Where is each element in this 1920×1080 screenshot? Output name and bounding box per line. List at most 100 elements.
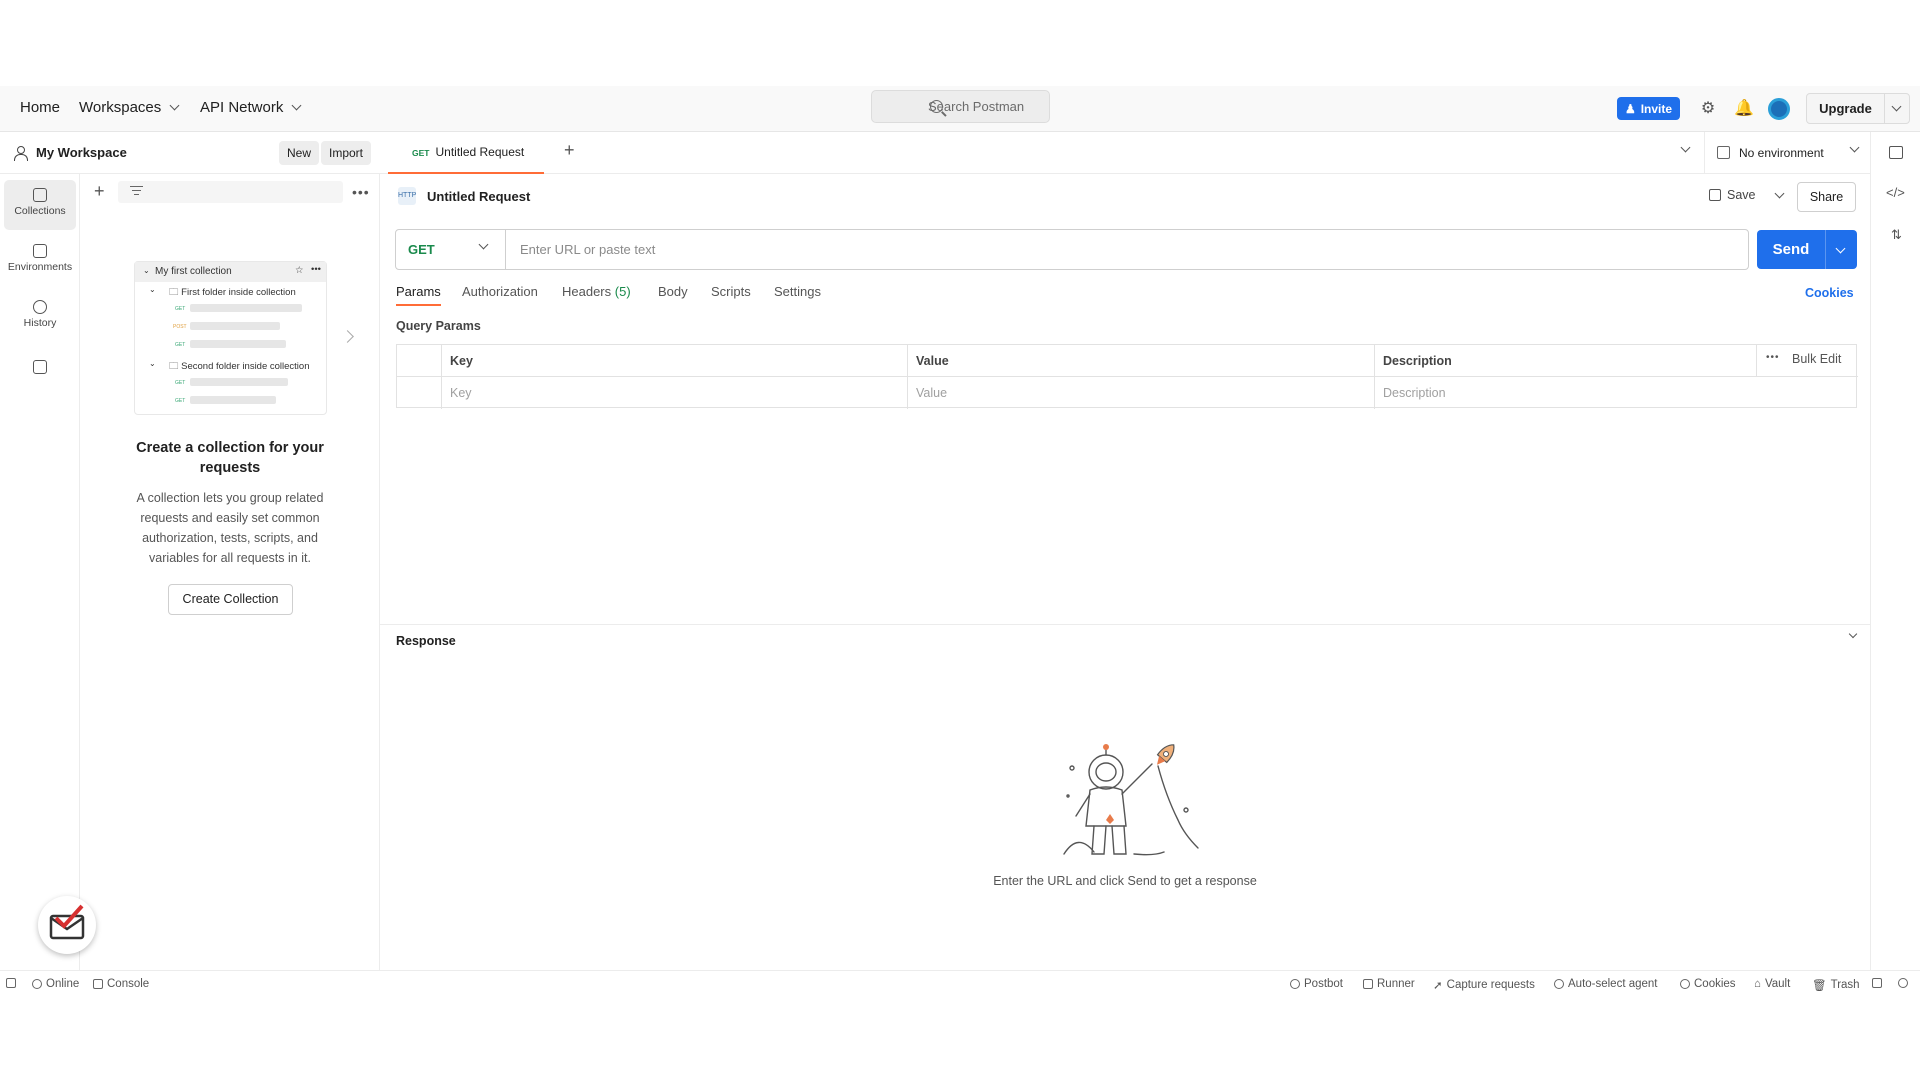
chevron-down-icon[interactable] <box>1848 629 1858 639</box>
row-checkbox[interactable] <box>397 377 442 409</box>
description-input[interactable]: Description <box>1375 377 1858 409</box>
environments-icon <box>33 244 47 258</box>
send-button[interactable]: Send <box>1757 230 1857 269</box>
settings-gear-icon[interactable]: ⚙ <box>1698 99 1718 119</box>
workspace-header: My Workspace New Import <box>0 132 380 174</box>
request-title[interactable]: Untitled Request <box>427 189 530 204</box>
tab-params[interactable]: Params <box>396 284 441 306</box>
apps-grid-icon <box>33 360 47 374</box>
layout-icon <box>1872 978 1882 988</box>
console-button[interactable]: Console <box>93 978 149 990</box>
key-input[interactable]: Key <box>442 377 908 409</box>
url-input[interactable] <box>520 230 1720 269</box>
more-options-icon[interactable]: ••• <box>352 184 370 200</box>
new-tab-icon[interactable]: + <box>564 140 575 161</box>
tab-scripts[interactable]: Scripts <box>711 284 751 299</box>
share-button[interactable]: Share <box>1797 182 1856 212</box>
invite-button[interactable]: ♟ Invite <box>1617 97 1680 120</box>
rail-collections[interactable]: Collections <box>4 180 76 230</box>
save-label: Save <box>1727 188 1756 202</box>
search-icon <box>930 100 943 113</box>
nav-workspaces-label: Workspaces <box>79 99 162 116</box>
save-button[interactable]: Save <box>1709 188 1784 202</box>
preview-request-bar <box>190 304 302 312</box>
rail-history[interactable]: History <box>4 292 76 342</box>
chevron-down-icon <box>1835 243 1846 254</box>
bulk-edit-button[interactable]: Bulk Edit <box>1792 352 1841 366</box>
import-button[interactable]: Import <box>321 141 372 165</box>
add-icon[interactable]: + <box>94 181 105 202</box>
tab-body[interactable]: Body <box>658 284 688 299</box>
send-options[interactable] <box>1825 230 1857 269</box>
auto-select-agent-label: Auto-select agent <box>1568 978 1658 990</box>
user-icon <box>14 146 28 161</box>
preview-folder-2: 🗀 Second folder inside collection <box>169 359 310 375</box>
response-header[interactable]: Response <box>380 624 1870 656</box>
tab-authorization[interactable]: Authorization <box>462 284 538 299</box>
preview-method: GET <box>175 380 186 386</box>
environment-selector[interactable]: No environment <box>1704 132 1870 174</box>
sidebar-toggle-icon <box>6 978 16 988</box>
rail-configure[interactable] <box>4 350 76 386</box>
astronaut-rocket-illustration <box>1063 744 1199 856</box>
trash-label: Trash <box>1830 979 1860 991</box>
postbot-button[interactable]: Postbot <box>1290 978 1343 990</box>
save-options-chevron-icon[interactable] <box>1774 188 1784 198</box>
search-box[interactable]: Search Postman <box>871 90 1050 123</box>
top-header: Home Workspaces API Network Search Postm… <box>0 86 1920 132</box>
code-icon[interactable]: </> <box>1886 185 1905 200</box>
chevron-down-icon[interactable] <box>1891 101 1902 112</box>
nav-api-network[interactable]: API Network <box>200 99 302 116</box>
chevron-down-icon: ⌄ <box>143 266 150 275</box>
auto-select-agent-button[interactable]: Auto-select agent <box>1554 978 1658 990</box>
tab-settings[interactable]: Settings <box>774 284 821 299</box>
trash-button[interactable]: 🗑 Trash <box>1812 978 1860 992</box>
toggle-sidebar-button[interactable] <box>6 978 16 988</box>
runner-icon <box>1363 979 1373 989</box>
runner-button[interactable]: Runner <box>1363 978 1415 990</box>
preview-method: GET <box>175 398 186 404</box>
tab-headers[interactable]: Headers (5) <box>562 284 631 299</box>
create-collection-button[interactable]: Create Collection <box>168 584 293 615</box>
vault-button[interactable]: ⌂ Vault <box>1754 978 1790 990</box>
nav-workspaces[interactable]: Workspaces <box>79 99 180 116</box>
nav-home[interactable]: Home <box>20 99 60 116</box>
layout-button[interactable] <box>1872 978 1882 988</box>
environment-quicklook-icon[interactable] <box>1889 146 1903 159</box>
help-button[interactable] <box>1898 978 1908 988</box>
chevron-down-icon: ⌄ <box>149 285 156 294</box>
bulk-edit-divider <box>1756 344 1757 376</box>
filter-icon[interactable] <box>130 186 143 196</box>
mail-check-logo-icon[interactable] <box>38 896 96 954</box>
rail-collections-label: Collections <box>14 205 66 217</box>
agent-check-icon <box>1554 979 1564 989</box>
new-button[interactable]: New <box>279 141 320 165</box>
capture-requests-label: Capture requests <box>1446 979 1535 991</box>
cookies-link[interactable]: Cookies <box>1805 286 1854 300</box>
request-tabs-bar: GET Untitled Request + <box>380 132 1870 174</box>
method-select[interactable]: GET <box>396 230 506 269</box>
online-status[interactable]: Online <box>32 978 79 990</box>
cookie-icon <box>1680 979 1690 989</box>
http-icon-text: HTTP <box>398 192 417 199</box>
status-bar: Online Console Postbot Runner ➚ Capture r… <box>0 970 1920 996</box>
upgrade-button[interactable]: Upgrade <box>1806 93 1910 124</box>
rail-environments[interactable]: Environments <box>4 236 76 286</box>
http-request-icon: HTTP <box>398 187 416 205</box>
notifications-bell-icon[interactable]: 🔔 <box>1734 99 1754 119</box>
console-label: Console <box>107 978 150 990</box>
filter-input[interactable] <box>118 181 343 203</box>
runner-label: Runner <box>1377 978 1415 990</box>
tab-headers-label: Headers <box>562 284 612 299</box>
value-input[interactable]: Value <box>908 377 1375 409</box>
tabs-overflow-chevron-icon[interactable] <box>1680 142 1691 153</box>
environment-label: No environment <box>1739 146 1824 160</box>
related-collections-icon[interactable]: ⇅ <box>1891 227 1902 243</box>
cookies-status-button[interactable]: Cookies <box>1680 978 1736 990</box>
preview-folder-1: 🗀 First folder inside collection <box>169 285 296 301</box>
folder-icon: 🗀 <box>169 287 179 298</box>
more-options-icon[interactable]: ••• <box>1766 352 1780 363</box>
user-avatar[interactable] <box>1768 98 1790 120</box>
capture-requests-button[interactable]: ➚ Capture requests <box>1433 978 1535 992</box>
tab-untitled-request[interactable]: GET Untitled Request <box>388 132 544 174</box>
